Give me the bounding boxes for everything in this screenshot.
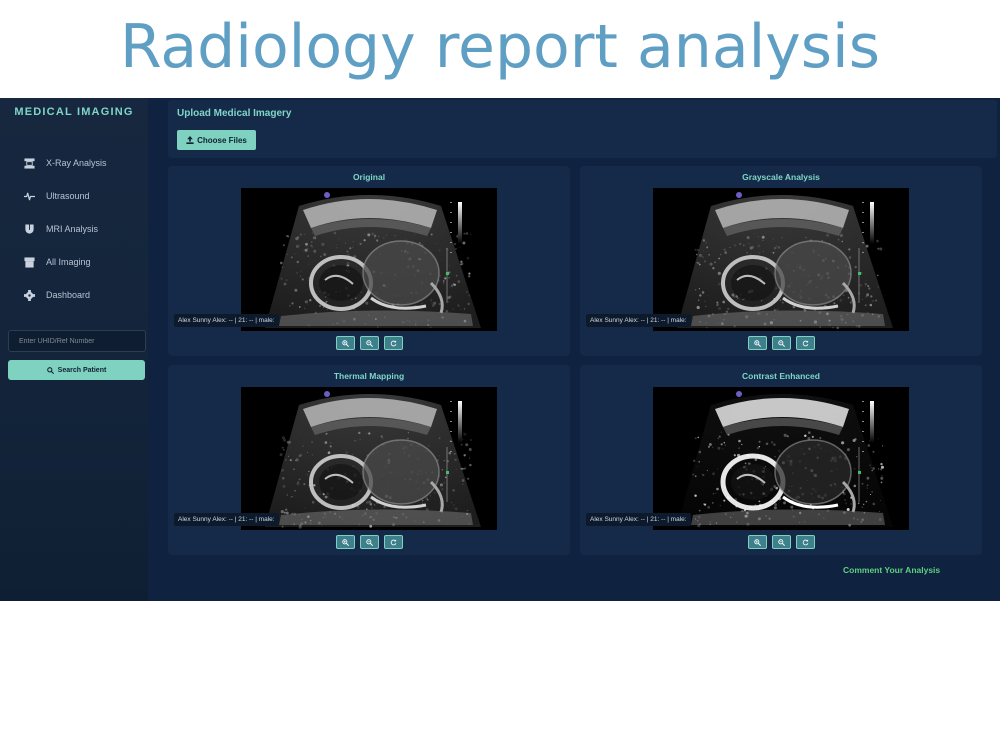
zoom-out-button[interactable]	[772, 336, 791, 350]
uhid-search-input[interactable]	[8, 330, 146, 352]
waveform-icon	[22, 190, 36, 202]
zoom-in-icon	[342, 538, 349, 546]
zoom-in-button[interactable]	[336, 535, 355, 549]
ultrasound-image	[241, 188, 497, 331]
search-patient-button[interactable]: Search Patient	[8, 360, 145, 380]
sidebar: MEDICAL IMAGING X-Ray Analysis Ultrasoun…	[0, 98, 148, 601]
image-controls	[748, 535, 815, 549]
refresh-icon	[802, 340, 809, 346]
zoom-in-button[interactable]	[748, 535, 767, 549]
refresh-icon	[390, 340, 397, 346]
reset-button[interactable]	[796, 535, 815, 549]
zoom-out-icon	[778, 538, 785, 546]
patient-info-tag: Alex Sunny Alex: -- | 21: -- | male:	[174, 314, 279, 327]
banner-title: Radiology report analysis	[120, 12, 880, 82]
zoom-in-button[interactable]	[748, 336, 767, 350]
sidebar-item-all-imaging[interactable]: All Imaging	[22, 253, 91, 271]
image-card-thermal: Thermal Mapping Alex Sunny Alex: -- | 21…	[168, 365, 570, 555]
zoom-out-icon	[366, 339, 373, 347]
upload-title: Upload Medical Imagery	[177, 108, 292, 119]
image-controls	[748, 336, 815, 350]
refresh-icon	[802, 539, 809, 545]
refresh-icon	[390, 539, 397, 545]
zoom-in-button[interactable]	[336, 336, 355, 350]
sidebar-item-label: All Imaging	[46, 257, 91, 267]
ultrasound-image	[241, 387, 497, 530]
sidebar-item-mri[interactable]: MRI Analysis	[22, 220, 98, 238]
search-patient-label: Search Patient	[57, 366, 107, 374]
choose-files-button[interactable]: Choose Files	[177, 130, 256, 150]
card-title: Original	[352, 172, 386, 182]
zoom-in-icon	[754, 538, 761, 546]
image-card-original: Original Alex Sunny Alex: -- | 21: -- | …	[168, 166, 570, 356]
zoom-in-icon	[342, 339, 349, 347]
zoom-out-button[interactable]	[360, 336, 379, 350]
upload-icon	[186, 136, 194, 144]
search-icon	[46, 366, 54, 374]
sidebar-item-label: X-Ray Analysis	[46, 158, 107, 168]
upload-panel: Upload Medical Imagery Choose Files	[168, 100, 997, 158]
card-title: Contrast Enhanced	[742, 371, 820, 381]
sidebar-item-label: Dashboard	[46, 290, 91, 300]
ultrasound-image	[653, 387, 909, 530]
zoom-out-icon	[778, 339, 785, 347]
patient-info-tag: Alex Sunny Alex: -- | 21: -- | male:	[586, 314, 691, 327]
zoom-out-button[interactable]	[772, 535, 791, 549]
card-title: Grayscale Analysis	[742, 172, 820, 182]
sidebar-item-label: MRI Analysis	[46, 224, 99, 234]
zoom-in-icon	[754, 339, 761, 347]
reset-button[interactable]	[384, 336, 403, 350]
image-controls	[336, 535, 403, 549]
zoom-out-button[interactable]	[360, 535, 379, 549]
image-card-contrast: Contrast Enhanced Alex Sunny Alex: -- | …	[580, 365, 982, 555]
banner: Radiology report analysis	[0, 0, 1000, 98]
brand-title: MEDICAL IMAGING	[14, 106, 134, 118]
reset-button[interactable]	[796, 336, 815, 350]
xray-icon	[22, 157, 36, 169]
card-title: Thermal Mapping	[333, 371, 405, 381]
image-card-grayscale: Grayscale Analysis Alex Sunny Alex: -- |…	[580, 166, 982, 356]
image-controls	[336, 336, 403, 350]
comment-analysis-link[interactable]: Comment Your Analysis	[843, 565, 940, 575]
choose-files-label: Choose Files	[197, 135, 247, 145]
sidebar-item-dashboard[interactable]: Dashboard	[22, 286, 90, 304]
ultrasound-image	[653, 188, 909, 331]
archive-icon	[22, 256, 36, 268]
gear-icon	[22, 289, 36, 301]
zoom-out-icon	[366, 538, 373, 546]
patient-info-tag: Alex Sunny Alex: -- | 21: -- | male:	[586, 513, 691, 526]
patient-info-tag: Alex Sunny Alex: -- | 21: -- | male:	[174, 513, 279, 526]
sidebar-item-label: Ultrasound	[46, 191, 90, 201]
magnet-icon	[22, 223, 36, 235]
app-window: MEDICAL IMAGING X-Ray Analysis Ultrasoun…	[0, 98, 1000, 601]
sidebar-item-ultrasound[interactable]: Ultrasound	[22, 187, 90, 205]
reset-button[interactable]	[384, 535, 403, 549]
sidebar-item-xray[interactable]: X-Ray Analysis	[22, 154, 107, 172]
